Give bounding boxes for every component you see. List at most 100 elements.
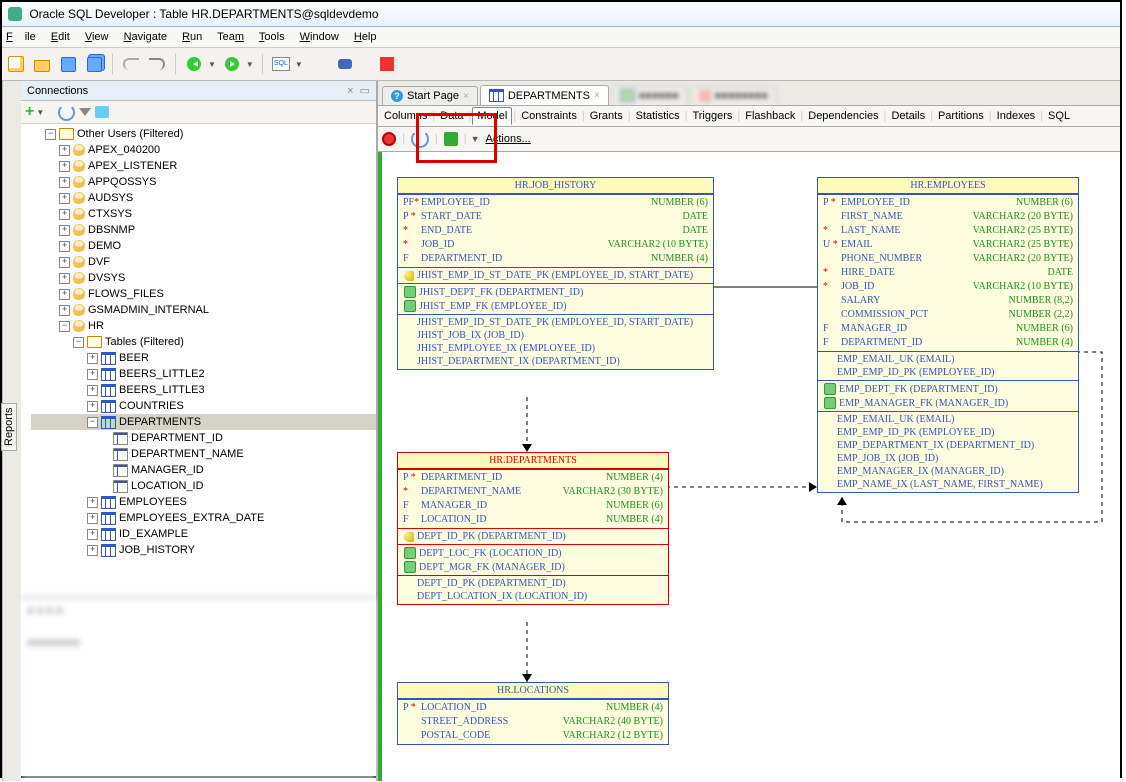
close-icon[interactable]: ×	[594, 90, 600, 101]
refresh-icon[interactable]	[411, 130, 429, 148]
tree-user[interactable]: +APEX_LISTENER	[31, 158, 376, 174]
menu-help[interactable]: Help	[354, 31, 377, 43]
dropdown-icon[interactable]: ▼	[246, 60, 254, 69]
sql-worksheet-button[interactable]: SQL	[271, 54, 291, 74]
find-button[interactable]	[335, 54, 355, 74]
schema-browser-icon[interactable]	[95, 106, 109, 118]
entity-job-history[interactable]: HR.JOB_HISTORYPF*EMPLOYEE_IDNUMBER (6)P …	[397, 177, 714, 370]
model-icon[interactable]	[444, 132, 458, 146]
menu-view[interactable]: View	[85, 31, 109, 43]
model-canvas[interactable]: HR.JOB_HISTORYPF*EMPLOYEE_IDNUMBER (6)P …	[378, 152, 1120, 781]
menu-window[interactable]: Window	[300, 31, 339, 43]
tree-user[interactable]: +DVF	[31, 254, 376, 270]
tree-user[interactable]: +AUDSYS	[31, 190, 376, 206]
panel-close-icon[interactable]: ×	[347, 85, 353, 97]
dropdown-icon[interactable]: ▼	[295, 60, 303, 69]
sub-tab-triggers[interactable]: Triggers	[688, 108, 736, 124]
entity-index: JHIST_EMP_ID_ST_DATE_PK (EMPLOYEE_ID, ST…	[401, 316, 710, 329]
tree-table[interactable]: +BEERS_LITTLE2	[31, 366, 376, 382]
sub-tab-data[interactable]: Data	[436, 108, 467, 124]
panel-restore-icon[interactable]: ▭	[360, 84, 370, 97]
refresh-button[interactable]	[58, 104, 75, 121]
sub-tab-partitions[interactable]: Partitions	[934, 108, 988, 124]
save-button[interactable]	[58, 54, 78, 74]
reports-tab[interactable]: Reports	[2, 81, 21, 781]
tree-user-hr[interactable]: −HR	[31, 318, 376, 334]
tree-user[interactable]: +CTXSYS	[31, 206, 376, 222]
entity-fk: EMP_MANAGER_FK (MANAGER_ID)	[821, 396, 1075, 410]
filter-button[interactable]	[79, 108, 91, 122]
undo-button[interactable]	[121, 54, 141, 74]
tree-column[interactable]: LOCATION_ID	[31, 478, 376, 494]
nav-forward-button[interactable]	[222, 54, 242, 74]
menu-run[interactable]: Run	[182, 31, 202, 43]
tree-user[interactable]: +FLOWS_FILES	[31, 286, 376, 302]
stop-button[interactable]	[377, 54, 397, 74]
connections-toolbar: +▼	[21, 101, 376, 124]
sub-tab-columns[interactable]: Columns	[380, 108, 431, 124]
menu-edit[interactable]: Edit	[51, 31, 70, 43]
tree-tables-folder[interactable]: −Tables (Filtered)	[31, 334, 376, 350]
save-all-button[interactable]	[84, 54, 104, 74]
tab-start-page[interactable]: ?Start Page×	[382, 86, 478, 105]
tab-departments[interactable]: DEPARTMENTS×	[480, 85, 609, 105]
tree-table[interactable]: +BEERS_LITTLE3	[31, 382, 376, 398]
tree-table-departments[interactable]: −DEPARTMENTS	[31, 414, 376, 430]
entity-title: HR.DEPARTMENTS	[398, 453, 668, 469]
sub-tab-details[interactable]: Details	[887, 108, 929, 124]
actions-link[interactable]: Actions...	[486, 133, 531, 145]
new-button[interactable]	[6, 54, 26, 74]
pin-icon[interactable]	[382, 132, 396, 146]
sub-tab-constraints[interactable]: Constraints	[517, 108, 581, 124]
dropdown-icon[interactable]: ▼	[471, 134, 480, 144]
dropdown-icon[interactable]: ▼	[208, 60, 216, 69]
fk-icon	[404, 561, 416, 573]
entity-employees[interactable]: HR.EMPLOYEESP *EMPLOYEE_IDNUMBER (6)FIRS…	[817, 177, 1079, 493]
tree-column[interactable]: DEPARTMENT_ID	[31, 430, 376, 446]
tree-table[interactable]: +COUNTRIES	[31, 398, 376, 414]
tree-user[interactable]: +GSMADMIN_INTERNAL	[31, 302, 376, 318]
tree-user[interactable]: +DBSNMP	[31, 222, 376, 238]
redo-button[interactable]	[147, 54, 167, 74]
tree-table[interactable]: +ID_EXAMPLE	[31, 526, 376, 542]
entity-index: EMP_JOB_IX (JOB_ID)	[821, 452, 1075, 465]
tree-column[interactable]: MANAGER_ID	[31, 462, 376, 478]
menu-file[interactable]: File	[6, 31, 36, 43]
tab-blurred[interactable]: ■■■■■■■■	[690, 86, 777, 105]
tree-table[interactable]: +EMPLOYEES_EXTRA_DATE	[31, 510, 376, 526]
entity-index: EMP_MANAGER_IX (MANAGER_ID)	[821, 465, 1075, 478]
entity-locations[interactable]: HR.LOCATIONSP *LOCATION_IDNUMBER (4)STRE…	[397, 682, 669, 745]
tree-user[interactable]: +DVSYS	[31, 270, 376, 286]
new-connection-button[interactable]: +	[25, 103, 34, 121]
sub-tab-flashback[interactable]: Flashback	[741, 108, 799, 124]
connections-tree[interactable]: −Other Users (Filtered) +APEX_040200+APE…	[21, 124, 376, 597]
sub-tab-sql[interactable]: SQL	[1044, 108, 1074, 124]
sub-tab-grants[interactable]: Grants	[586, 108, 627, 124]
entity-column: PF*EMPLOYEE_IDNUMBER (6)	[401, 196, 710, 210]
sub-tab-statistics[interactable]: Statistics	[632, 108, 684, 124]
sub-tab-model[interactable]: Model	[472, 107, 512, 125]
tree-column[interactable]: DEPARTMENT_NAME	[31, 446, 376, 462]
close-icon[interactable]: ×	[463, 91, 469, 102]
tree-table[interactable]: +EMPLOYEES	[31, 494, 376, 510]
sub-tab-dependencies[interactable]: Dependencies	[804, 108, 882, 124]
menu-bar[interactable]: File Edit View Navigate Run Team Tools W…	[2, 27, 1120, 48]
menu-navigate[interactable]: Navigate	[124, 31, 167, 43]
dropdown-icon[interactable]: ▼	[36, 108, 44, 117]
tree-table[interactable]: +JOB_HISTORY	[31, 542, 376, 558]
open-button[interactable]	[32, 54, 52, 74]
tree-other-users[interactable]: −Other Users (Filtered)	[31, 126, 376, 142]
tree-user[interactable]: +APPQOSSYS	[31, 174, 376, 190]
tree-table[interactable]: +BEER	[31, 350, 376, 366]
nav-back-button[interactable]	[184, 54, 204, 74]
entity-departments[interactable]: HR.DEPARTMENTSP *DEPARTMENT_IDNUMBER (4)…	[397, 452, 669, 605]
app-icon	[8, 7, 22, 21]
menu-tools[interactable]: Tools	[259, 31, 285, 43]
sub-tab-indexes[interactable]: Indexes	[993, 108, 1040, 124]
table-icon	[620, 89, 635, 102]
tree-user[interactable]: +APEX_040200	[31, 142, 376, 158]
tree-user[interactable]: +DEMO	[31, 238, 376, 254]
tab-blurred[interactable]: ■■■■■■	[611, 85, 688, 105]
user-icon	[73, 272, 85, 284]
menu-team[interactable]: Team	[217, 31, 244, 43]
